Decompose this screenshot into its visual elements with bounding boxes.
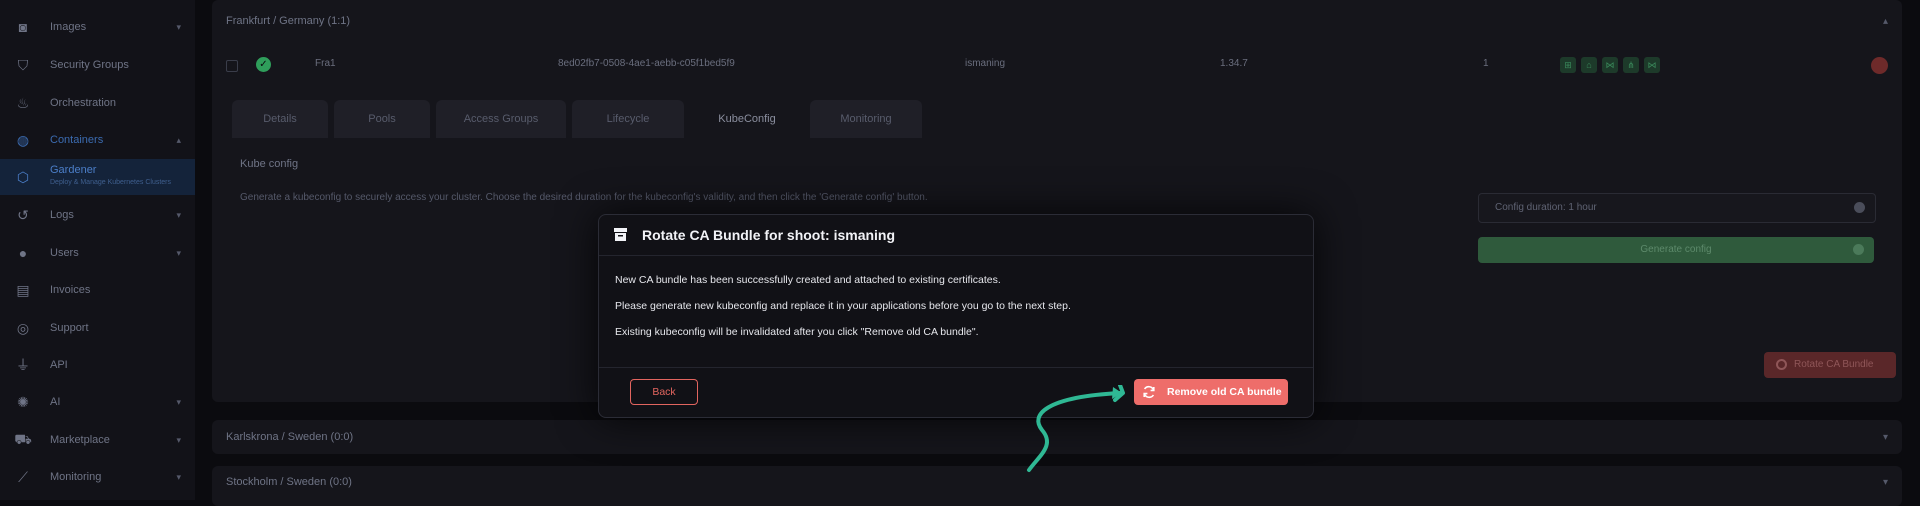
sidebar-item-label: Security Groups <box>50 59 129 71</box>
user-icon: ● <box>18 245 28 261</box>
ai-icon: ✺ <box>17 393 29 410</box>
info-icon <box>1853 244 1864 255</box>
cluster-project: ismaning <box>965 58 1006 69</box>
button-label: Generate config <box>1640 244 1712 255</box>
tab-lifecycle[interactable]: Lifecycle <box>572 100 684 138</box>
table-row[interactable]: ✓ Fra1 8ed02fb7-0508-4ae1-aebb-c05f1bed5… <box>212 46 1902 84</box>
close-icon[interactable] <box>1854 202 1865 213</box>
cluster-node-count: 1 <box>1483 58 1489 69</box>
chevron-down-icon: ▾ <box>176 434 181 445</box>
tab-access-groups[interactable]: Access Groups <box>436 100 566 138</box>
modal-text-line: Existing kubeconfig will be invalidated … <box>615 326 979 338</box>
generate-config-button[interactable]: Generate config <box>1478 237 1874 263</box>
cluster-name: Fra1 <box>315 58 336 69</box>
gardener-icon: ⬡ <box>16 168 30 185</box>
sidebar-item-label: Invoices <box>50 284 91 296</box>
tab-pools[interactable]: Pools <box>334 100 430 138</box>
chevron-down-icon: ▾ <box>1882 432 1888 443</box>
sidebar-item-label: Containers <box>50 134 104 146</box>
rotate-ca-bundle-button[interactable]: Rotate CA Bundle <box>1764 352 1896 378</box>
sidebar-item-label: Marketplace <box>50 434 110 446</box>
button-label: Remove old CA bundle <box>1167 386 1282 398</box>
refresh-icon <box>1776 359 1787 370</box>
region-title: Stockholm / Sweden (0:0) <box>226 476 352 488</box>
section-description: Generate a kubeconfig to securely access… <box>240 192 928 203</box>
tab-monitoring[interactable]: Monitoring <box>810 100 922 138</box>
sidebar-item-logs[interactable]: ↺ Logs ▾ <box>0 200 195 230</box>
chevron-down-icon: ▾ <box>176 247 181 258</box>
chevron-down-icon: ▾ <box>176 209 181 220</box>
sidebar-item-gardener[interactable]: ⬡ Gardener Deploy & Manage Kubernetes Cl… <box>0 159 195 195</box>
modal-text-line: Please generate new kubeconfig and repla… <box>615 300 1071 312</box>
sidebar-item-containers[interactable]: ◍ Containers ▴ <box>0 125 195 155</box>
chevron-down-icon: ▾ <box>1882 477 1888 488</box>
sidebar-item-api[interactable]: ⏚ API <box>0 350 195 380</box>
chevron-down-icon: ▾ <box>176 471 181 482</box>
shield-icon: ⛉ <box>17 56 29 73</box>
divider <box>599 367 1313 368</box>
cluster-id: 8ed02fb7-0508-4ae1-aebb-c05f1bed5f9 <box>558 58 735 69</box>
modal-text-line: New CA bundle has been successfully crea… <box>615 274 1001 286</box>
sidebar-item-label: Users <box>50 247 79 259</box>
sidebar-item-security-groups[interactable]: ⛉ Security Groups <box>0 50 195 80</box>
history-icon: ↺ <box>17 206 29 223</box>
lifebuoy-icon: ◎ <box>16 319 30 336</box>
globe-icon: ◍ <box>16 131 30 148</box>
archive-icon <box>614 228 627 241</box>
camera-icon: ◙ <box>18 19 28 35</box>
config-duration-select[interactable]: Config duration: 1 hour <box>1478 193 1876 223</box>
section-title: Kube config <box>240 158 299 170</box>
sidebar-item-label: API <box>50 359 68 371</box>
chevron-down-icon: ▾ <box>176 21 181 32</box>
sidebar-item-label: Images <box>50 21 87 33</box>
sidebar-item-monitoring[interactable]: ⟋ Monitoring ▾ <box>0 462 195 492</box>
chevron-up-icon[interactable]: ▴ <box>1883 16 1888 27</box>
sidebar-item-users[interactable]: ● Users ▾ <box>0 238 195 268</box>
modal-header: Rotate CA Bundle for shoot: ismaning <box>599 215 1313 256</box>
action-icon[interactable]: ⌂ <box>1581 57 1597 73</box>
region-title[interactable]: Frankfurt / Germany (1:1) <box>226 15 350 27</box>
sidebar-item-support[interactable]: ◎ Support <box>0 313 195 343</box>
sidebar: ◙ Images ▾ ⛉ Security Groups ♨ Orchestra… <box>0 0 195 500</box>
select-value: Config duration: 1 hour <box>1495 202 1597 213</box>
plug-icon: ⏚ <box>16 357 30 373</box>
annotation-arrow-icon <box>1027 385 1125 472</box>
delete-icon[interactable] <box>1871 57 1888 74</box>
modal-title: Rotate CA Bundle for shoot: ismaning <box>642 227 896 243</box>
flame-icon: ♨ <box>16 94 30 111</box>
action-icon[interactable]: ⋈ <box>1602 57 1618 73</box>
cluster-version: 1.34.7 <box>1220 58 1248 69</box>
sidebar-item-label: Logs <box>50 209 74 221</box>
sidebar-item-ai[interactable]: ✺ AI ▾ <box>0 387 195 417</box>
chevron-up-icon: ▴ <box>176 134 181 145</box>
action-icon[interactable]: ⋈ <box>1644 57 1660 73</box>
sidebar-item-label: Gardener <box>50 164 97 176</box>
chart-icon: ⟋ <box>18 468 28 485</box>
region-title: Karlskrona / Sweden (0:0) <box>226 431 354 443</box>
rotate-ca-modal: Rotate CA Bundle for shoot: ismaning New… <box>598 214 1314 418</box>
sidebar-item-label: Support <box>50 322 89 334</box>
sidebar-item-label: Orchestration <box>50 97 117 109</box>
sidebar-item-label: AI <box>50 396 61 408</box>
sidebar-item-sublabel: Deploy & Manage Kubernetes Clusters <box>50 179 172 186</box>
tab-kubeconfig[interactable]: KubeConfig <box>690 100 804 138</box>
check-circle-icon: ✓ <box>256 57 271 72</box>
tab-details[interactable]: Details <box>232 100 328 138</box>
button-label: Rotate CA Bundle <box>1794 359 1874 370</box>
remove-old-ca-bundle-button[interactable]: Remove old CA bundle <box>1134 379 1288 405</box>
back-button[interactable]: Back <box>630 379 698 405</box>
sidebar-item-marketplace[interactable]: ⛟ Marketplace ▾ <box>0 425 195 455</box>
invoice-icon: ▤ <box>16 281 30 298</box>
cart-icon: ⛟ <box>14 430 32 447</box>
row-checkbox[interactable] <box>226 60 238 72</box>
sidebar-item-label: Monitoring <box>50 471 102 483</box>
action-icon[interactable]: ⊞ <box>1560 57 1576 73</box>
action-icon[interactable]: ⋔ <box>1623 57 1639 73</box>
chevron-down-icon: ▾ <box>176 396 181 407</box>
sidebar-item-orchestration[interactable]: ♨ Orchestration <box>0 88 195 118</box>
sidebar-item-images[interactable]: ◙ Images ▾ <box>0 12 195 42</box>
sidebar-item-invoices[interactable]: ▤ Invoices <box>0 275 195 305</box>
